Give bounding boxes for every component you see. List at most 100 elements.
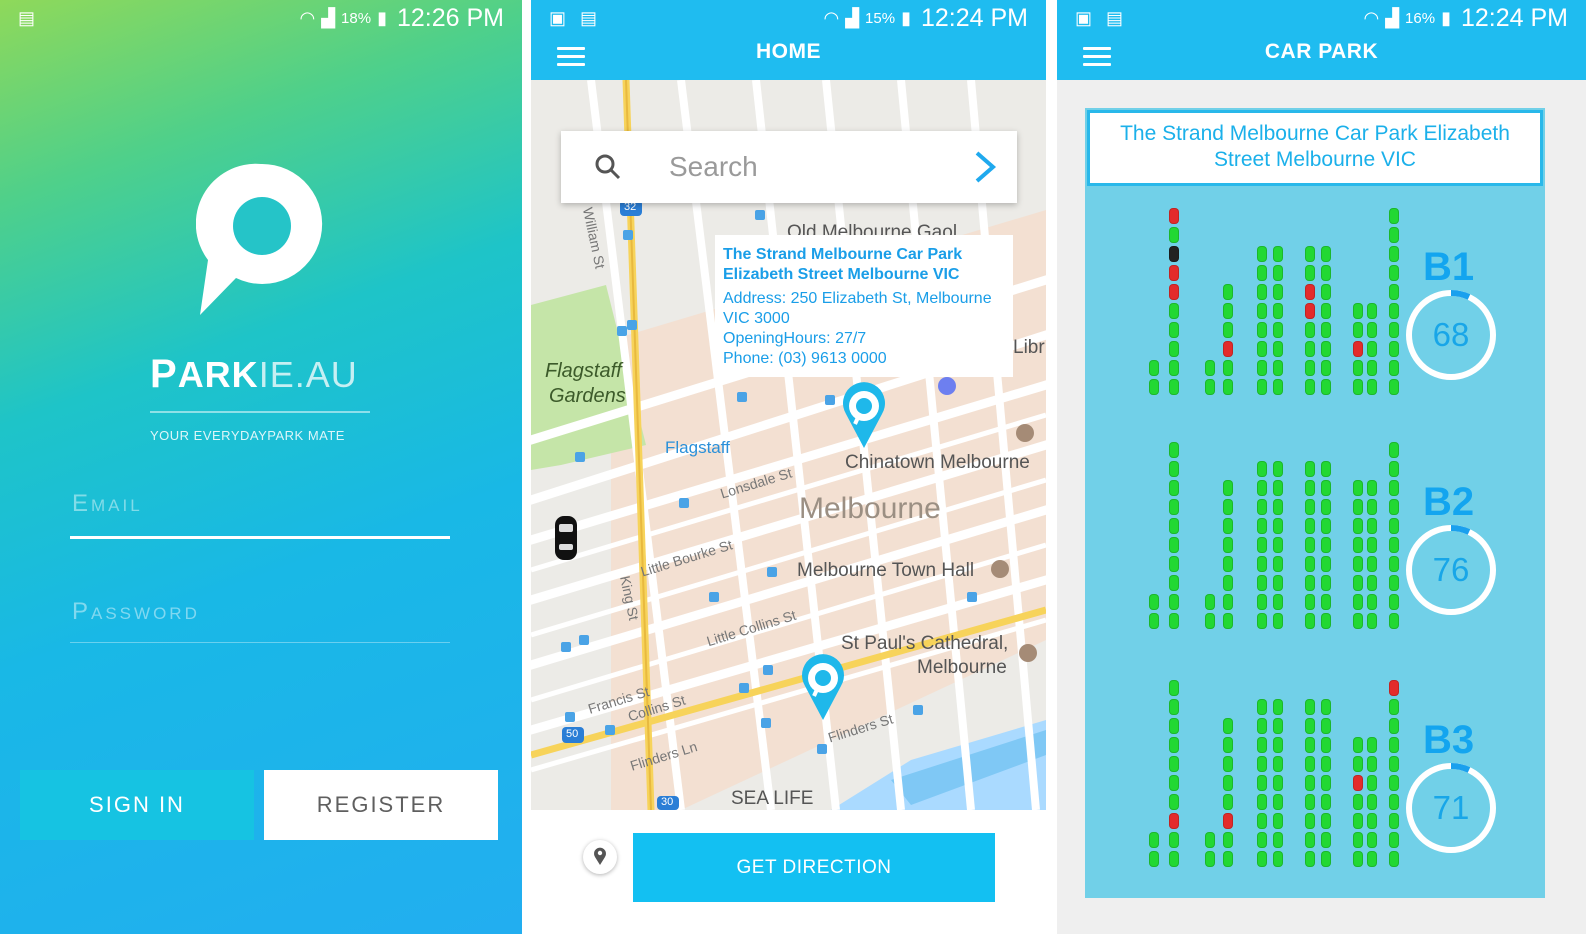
parking-spot — [1223, 341, 1233, 357]
parking-spot — [1257, 699, 1267, 715]
parking-spot — [1321, 575, 1331, 591]
sign-in-button[interactable]: SIGN IN — [20, 770, 254, 840]
parking-spot — [1257, 461, 1267, 477]
car-park-info-window[interactable]: The Strand Melbourne Car Park Elizabeth … — [715, 235, 1013, 377]
parking-spot — [1389, 360, 1399, 376]
parking-spot — [1353, 537, 1363, 553]
parking-spot — [1223, 537, 1233, 553]
parking-spot — [1389, 461, 1399, 477]
chevron-right-icon[interactable] — [969, 149, 999, 185]
parking-spot — [1223, 832, 1233, 848]
parking-spot — [1389, 813, 1399, 829]
available-count: 76 — [1432, 551, 1470, 588]
parking-spot — [1305, 461, 1315, 477]
parking-spot — [1321, 594, 1331, 610]
parking-spot — [1321, 537, 1331, 553]
parking-spot — [1321, 832, 1331, 848]
parking-spot — [1223, 851, 1233, 867]
parking-spot — [1169, 246, 1179, 262]
parking-spot — [1389, 537, 1399, 553]
parking-spot — [1321, 322, 1331, 338]
parking-spot — [1353, 832, 1363, 848]
parking-spot — [1367, 537, 1377, 553]
parking-spot — [1353, 379, 1363, 395]
parking-spot — [1223, 756, 1233, 772]
parking-spot — [1305, 537, 1315, 553]
parking-spot — [1389, 265, 1399, 281]
parking-spot — [1169, 699, 1179, 715]
signal-icon: ▟ — [845, 8, 860, 28]
parking-spot — [1273, 594, 1283, 610]
battery-icon: ▮ — [1441, 8, 1451, 28]
parking-spot — [1273, 379, 1283, 395]
available-count: 71 — [1432, 789, 1470, 826]
parking-spot — [1367, 794, 1377, 810]
parking-spot — [1353, 556, 1363, 572]
brand-divider — [150, 411, 370, 413]
parking-spot — [1257, 265, 1267, 281]
status-time: 12:24 PM — [1460, 4, 1568, 32]
parking-spot — [1223, 594, 1233, 610]
parking-spot — [1353, 775, 1363, 791]
parking-spot — [1273, 360, 1283, 376]
parking-spot — [1367, 480, 1377, 496]
parking-spot — [1321, 284, 1331, 300]
parking-spot — [1273, 499, 1283, 515]
parking-spot — [1353, 518, 1363, 534]
parking-spot — [1367, 775, 1377, 791]
app-bar: ▣ ▤ ◠ ▟ 16% ▮ 12:24 PM CAR PARK — [1057, 0, 1586, 80]
parking-spot — [1205, 594, 1215, 610]
gallery-notification-icon: ▣ — [549, 8, 567, 28]
parking-spot — [1389, 699, 1399, 715]
parking-spot — [1389, 680, 1399, 696]
parking-spot — [1321, 379, 1331, 395]
map-view[interactable]: Flagstaff Gardens Flagstaff Chinatown Me… — [531, 80, 1046, 810]
parking-spot — [1257, 341, 1267, 357]
register-button[interactable]: REGISTER — [264, 770, 498, 840]
location-pin-icon[interactable] — [583, 840, 617, 874]
parking-spot — [1321, 813, 1331, 829]
car-park-name: The Strand Melbourne Car Park Elizabeth … — [1087, 110, 1543, 186]
parking-spot — [1205, 851, 1215, 867]
parking-spot — [1257, 246, 1267, 262]
parking-spot — [1353, 813, 1363, 829]
parking-spot — [1305, 518, 1315, 534]
parking-spot — [1257, 794, 1267, 810]
parking-spot — [1223, 813, 1233, 829]
parking-spot — [1321, 775, 1331, 791]
parking-spot — [1257, 537, 1267, 553]
wifi-icon: ◠ — [299, 8, 316, 28]
available-count: 68 — [1432, 316, 1470, 353]
parking-spot — [1321, 265, 1331, 281]
parking-spot — [1169, 613, 1179, 629]
parking-spot — [1389, 594, 1399, 610]
parking-spot — [1257, 360, 1267, 376]
parking-spot — [1149, 613, 1159, 629]
get-direction-button[interactable]: GET DIRECTION — [633, 833, 995, 902]
parking-spot — [1389, 227, 1399, 243]
parking-spot — [1389, 246, 1399, 262]
search-bar[interactable]: Search — [561, 131, 1017, 203]
parking-spot — [1305, 322, 1315, 338]
car-park-screen: ▣ ▤ ◠ ▟ 16% ▮ 12:24 PM CAR PARK The Stran… — [1057, 0, 1586, 934]
parking-spot — [1321, 737, 1331, 753]
parking-spot — [1367, 832, 1377, 848]
search-input[interactable]: Search — [669, 151, 758, 183]
parking-spot — [1223, 360, 1233, 376]
email-field[interactable]: Email — [72, 490, 143, 518]
parking-spot — [1149, 379, 1159, 395]
status-time: 12:24 PM — [920, 4, 1028, 32]
map-label-cathedral: St Paul's Cathedral, — [841, 633, 1009, 654]
parking-spot — [1305, 246, 1315, 262]
parking-spot — [1353, 756, 1363, 772]
parking-spot — [1169, 303, 1179, 319]
map-label-chinatown: Chinatown Melbourne — [845, 452, 1030, 473]
parking-spot — [1367, 737, 1377, 753]
parking-spot — [1305, 832, 1315, 848]
parking-spot — [1367, 322, 1377, 338]
parking-spot — [1223, 794, 1233, 810]
parking-spot — [1273, 322, 1283, 338]
parking-spot — [1389, 284, 1399, 300]
password-field[interactable]: Password — [72, 598, 200, 626]
parking-spot — [1273, 832, 1283, 848]
